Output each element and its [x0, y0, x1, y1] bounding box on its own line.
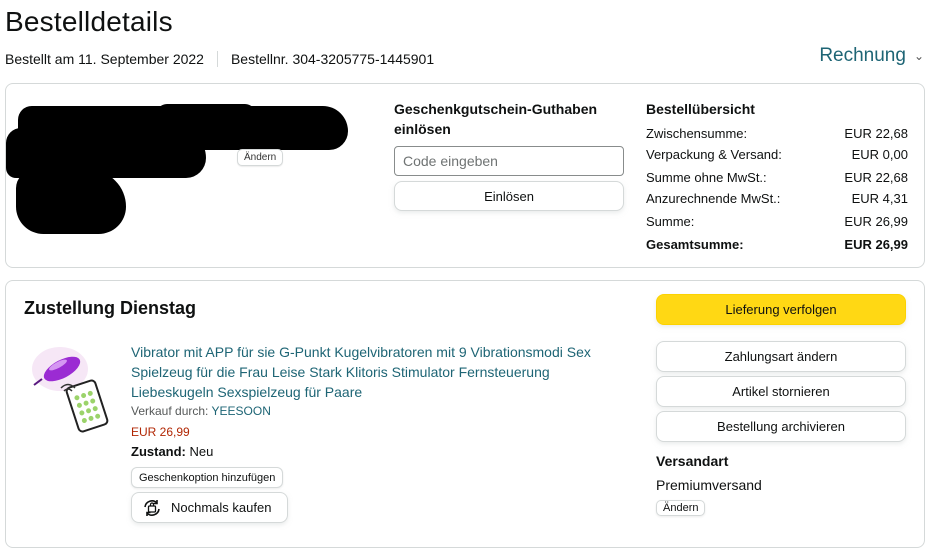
- gift-code-input[interactable]: [394, 146, 624, 176]
- chevron-down-icon: ⌄: [913, 49, 924, 63]
- summary-value: EUR 26,99: [844, 214, 908, 229]
- shipping-heading: Versandart: [656, 453, 729, 469]
- product-image[interactable]: [28, 339, 110, 437]
- summary-value: EUR 22,68: [844, 170, 908, 185]
- archive-order-button[interactable]: Bestellung archivieren: [656, 411, 906, 442]
- redeem-button[interactable]: Einlösen: [394, 181, 624, 211]
- condition-label: Zustand:: [131, 444, 186, 459]
- order-number: Bestellnr. 304-3205775-1445901: [230, 51, 435, 67]
- summary-label: Summe:: [646, 214, 695, 229]
- invoice-label: Rechnung: [819, 45, 906, 66]
- gift-card-title: Geschenkgutschein-Guthaben einlösen: [394, 101, 598, 137]
- buy-again-icon: [144, 499, 160, 516]
- track-package-button[interactable]: Lieferung verfolgen: [656, 294, 906, 325]
- total-value: EUR 26,99: [844, 237, 908, 252]
- redaction-mark: [156, 104, 256, 126]
- summary-row: Zwischensumme: EUR 22,68: [646, 123, 908, 144]
- order-summary: Bestellübersicht Zwischensumme: EUR 22,6…: [646, 99, 908, 255]
- condition-value: Neu: [189, 444, 214, 459]
- summary-value: EUR 0,00: [851, 147, 908, 162]
- buy-again-button[interactable]: Nochmals kaufen: [131, 492, 288, 523]
- summary-label: Anzurechnende MwSt.:: [646, 191, 781, 206]
- summary-row: Anzurechnende MwSt.: EUR 4,31: [646, 188, 908, 209]
- product-title-link[interactable]: Vibrator mit APP für sie G-Punkt Kugelvi…: [131, 342, 621, 402]
- product-condition: Zustand: Neu: [131, 444, 213, 459]
- summary-label: Verpackung & Versand:: [646, 147, 782, 162]
- summary-value: EUR 4,31: [851, 191, 908, 206]
- summary-value: EUR 22,68: [844, 126, 908, 141]
- seller-link[interactable]: YEESOON: [212, 404, 271, 418]
- add-gift-option-button[interactable]: Geschenkoption hinzufügen: [131, 467, 284, 488]
- delivery-title: Zustellung Dienstag: [24, 298, 197, 318]
- summary-row: Summe: EUR 26,99: [646, 211, 908, 232]
- summary-row: Summe ohne MwSt.: EUR 22,68: [646, 167, 908, 188]
- buy-again-label: Nochmals kaufen: [171, 500, 272, 515]
- total-label: Gesamtsumme:: [646, 237, 744, 252]
- invoice-dropdown[interactable]: Rechnung ⌄: [819, 45, 924, 67]
- change-shipping-button[interactable]: Ändern: [656, 500, 706, 516]
- summary-label: Zwischensumme:: [646, 126, 748, 141]
- order-info-box: Ändern Geschenkgutschein-Guthaben einlös…: [5, 83, 925, 268]
- shipment-box: Zustellung Dienstag Vibrator mit APP für…: [5, 280, 925, 548]
- seller-info: Verkauf durch: YEESOON: [131, 404, 271, 418]
- change-payment-small-button[interactable]: Ändern: [237, 149, 284, 166]
- summary-title: Bestellübersicht: [646, 101, 755, 117]
- page-title: Bestelldetails: [5, 6, 173, 37]
- seller-prefix: Verkauf durch:: [131, 404, 209, 418]
- redaction-mark: [16, 170, 126, 234]
- order-meta: Bestellt am 11. September 2022 Bestellnr…: [5, 51, 434, 67]
- shipping-method: Premiumversand: [656, 477, 762, 493]
- meta-divider: [216, 51, 218, 67]
- change-payment-button[interactable]: Zahlungsart ändern: [656, 341, 906, 372]
- summary-label: Summe ohne MwSt.:: [646, 170, 767, 185]
- product-price: EUR 26,99: [131, 425, 190, 439]
- order-date: Bestellt am 11. September 2022: [5, 51, 204, 67]
- summary-total-row: Gesamtsumme: EUR 26,99: [646, 234, 908, 255]
- cancel-items-button[interactable]: Artikel stornieren: [656, 376, 906, 407]
- summary-row: Verpackung & Versand: EUR 0,00: [646, 144, 908, 165]
